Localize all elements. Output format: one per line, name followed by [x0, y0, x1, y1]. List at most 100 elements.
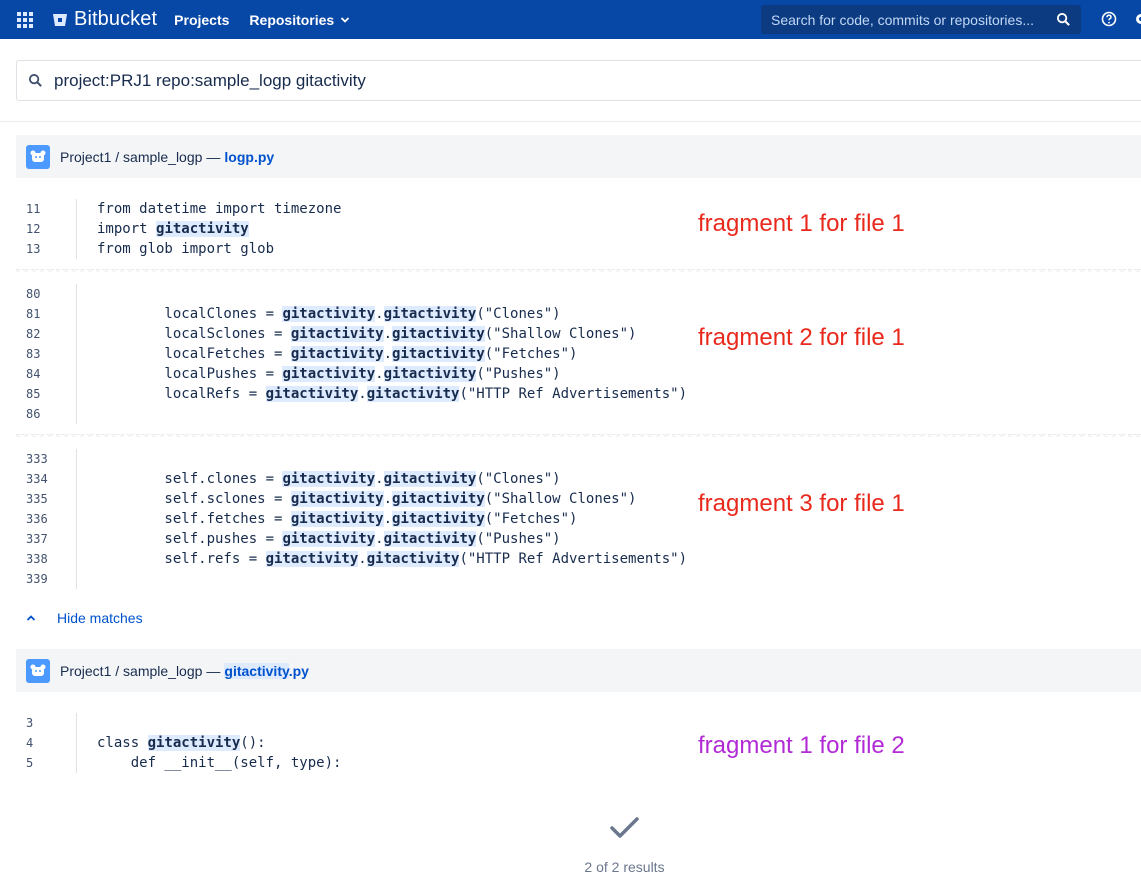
code-token: localRefs =	[97, 386, 266, 402]
gutter	[76, 199, 77, 219]
search-match-highlight: gitactivity	[156, 221, 249, 237]
code-token: localSclones =	[97, 326, 291, 342]
code-token: ("Shallow Clones")	[484, 491, 637, 507]
code-line: 13 from glob import glob	[16, 239, 1141, 259]
code-text: from datetime import timezone	[97, 201, 341, 217]
line-number[interactable]: 85	[16, 387, 76, 401]
hide-matches-label: Hide matches	[57, 610, 143, 626]
code-text: self.fetches = gitactivity.gitactivity("…	[97, 511, 577, 527]
search-match-highlight: gitactivity	[383, 306, 477, 322]
line-number[interactable]: 4	[16, 736, 76, 750]
code-fragment: 3 4 class gitactivity(): 5 def __init__(sel…	[16, 713, 1141, 773]
nav-projects[interactable]: Projects	[174, 12, 229, 28]
code-token: .	[383, 346, 393, 362]
fragment-annotation: fragment 1 for file 2	[698, 732, 905, 759]
search-match-highlight: gitactivity	[392, 326, 485, 342]
code-token: .	[375, 531, 384, 547]
gutter	[76, 364, 77, 384]
code-line: 336 self.fetches = gitactivity.gitactivi…	[16, 509, 1141, 529]
code-line: 81 localClones = gitactivity.gitactivity…	[16, 304, 1141, 324]
code-line: 334 self.clones = gitactivity.gitactivit…	[16, 469, 1141, 489]
app-switcher-icon[interactable]	[17, 11, 33, 28]
hide-matches-button[interactable]: Hide matches	[26, 610, 143, 626]
fragment-annotation: fragment 2 for file 1	[698, 324, 905, 351]
line-number[interactable]: 12	[16, 222, 76, 236]
code-line: 82 localSclones = gitactivity.gitactivit…	[16, 324, 1141, 344]
code-fragment: 11 from datetime import timezone 12 import …	[16, 199, 1141, 259]
code-token: ("HTTP Ref Advertisements")	[459, 386, 688, 402]
gutter	[76, 404, 77, 424]
nav-search-input[interactable]	[761, 11, 1046, 28]
gutter	[76, 713, 77, 733]
code-text: localSclones = gitactivity.gitactivity("…	[97, 326, 636, 342]
search-icon	[28, 73, 42, 87]
repository-avatar-icon	[26, 144, 50, 169]
line-number[interactable]: 86	[16, 407, 76, 421]
gutter	[76, 569, 77, 589]
file-path[interactable]: Project1 / sample_logp	[60, 663, 202, 679]
file-name-link[interactable]: gitactivity.py	[224, 662, 309, 679]
line-number[interactable]: 335	[16, 492, 76, 506]
path-separator: —	[206, 148, 221, 165]
search-match-highlight: gitactivity	[366, 386, 460, 402]
line-number[interactable]: 336	[16, 512, 76, 526]
code-line: 85 localRefs = gitactivity.gitactivity("…	[16, 384, 1141, 404]
line-number[interactable]: 84	[16, 367, 76, 381]
gutter	[76, 733, 77, 753]
line-number[interactable]: 83	[16, 347, 76, 361]
search-match-highlight: gitactivity	[392, 511, 485, 527]
gutter	[76, 753, 77, 773]
code-token: .	[383, 511, 393, 527]
line-number[interactable]: 5	[16, 756, 76, 770]
search-match-highlight: gitactivity	[290, 491, 384, 507]
code-token: ("Shallow Clones")	[484, 326, 637, 342]
line-number[interactable]: 11	[16, 202, 76, 216]
code-token: localPushes =	[97, 366, 283, 382]
line-number[interactable]: 82	[16, 327, 76, 341]
search-match-highlight: gitactivity	[265, 551, 359, 567]
code-text: class gitactivity():	[97, 735, 266, 751]
search-match-highlight: gitactivity	[147, 735, 241, 751]
file-name-rest: .py	[288, 662, 309, 679]
bitbucket-logo-icon[interactable]	[52, 12, 68, 28]
search-icon[interactable]	[1056, 12, 1071, 27]
code-token: .	[375, 366, 384, 382]
line-number[interactable]: 13	[16, 242, 76, 256]
code-fragment: 80 81 localClones = gitactivity.gitactivi…	[16, 284, 1141, 424]
help-icon[interactable]	[1101, 11, 1117, 27]
search-match-highlight: gitactivity	[282, 306, 376, 322]
search-match-highlight: gitactivity	[290, 326, 384, 342]
file-header: Project1 / sample_logp — gitactivity.py	[16, 649, 1141, 692]
search-match-highlight: gitactivity	[383, 471, 477, 487]
code-token: from datetime import timezone	[97, 201, 342, 217]
code-line: 84 localPushes = gitactivity.gitactivity…	[16, 364, 1141, 384]
gutter	[76, 509, 77, 529]
gutter	[76, 469, 77, 489]
search-match-highlight: gitactivity	[282, 366, 376, 382]
search-match-highlight: gitactivity	[366, 551, 460, 567]
code-token: self.pushes =	[97, 531, 283, 547]
gear-icon[interactable]	[1133, 11, 1141, 27]
code-text: localFetches = gitactivity.gitactivity("…	[97, 346, 577, 362]
code-token: ("HTTP Ref Advertisements")	[459, 551, 688, 567]
nav-search-box	[761, 5, 1081, 34]
line-number[interactable]: 337	[16, 532, 76, 546]
code-search-input[interactable]	[54, 70, 954, 91]
file-path[interactable]: Project1 / sample_logp	[60, 149, 202, 165]
line-number[interactable]: 334	[16, 472, 76, 486]
file-name-match: gitactivity	[224, 662, 289, 679]
file-name-link[interactable]: logp.py	[224, 149, 274, 165]
brand-name[interactable]: Bitbucket	[74, 8, 157, 31]
code-text: self.clones = gitactivity.gitactivity("C…	[97, 471, 561, 487]
line-number[interactable]: 338	[16, 552, 76, 566]
line-number[interactable]: 81	[16, 307, 76, 321]
line-number[interactable]: 80	[16, 287, 76, 301]
file-header: Project1 / sample_logp — logp.py	[16, 135, 1141, 178]
checkmark-icon	[610, 817, 639, 838]
line-number[interactable]: 339	[16, 572, 76, 586]
line-number[interactable]: 3	[16, 716, 76, 730]
code-text: from glob import glob	[97, 241, 274, 257]
gutter	[76, 304, 77, 324]
line-number[interactable]: 333	[16, 452, 76, 466]
nav-repositories[interactable]: Repositories	[249, 12, 350, 28]
